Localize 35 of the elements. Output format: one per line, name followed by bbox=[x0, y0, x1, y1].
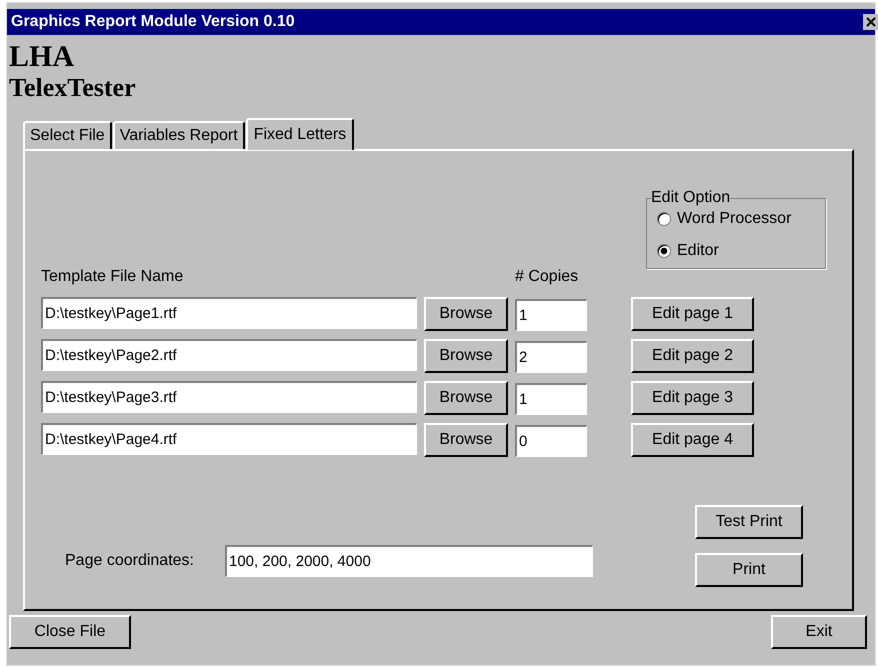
app-subtitle: TelexTester bbox=[9, 73, 136, 103]
file-path-field[interactable]: D:\testkey\Page1.rtf bbox=[41, 297, 417, 329]
radio-label[interactable]: Editor bbox=[677, 242, 719, 260]
copies-field[interactable]: 1 bbox=[515, 299, 587, 331]
file-path-field[interactable]: D:\testkey\Page2.rtf bbox=[41, 339, 417, 371]
print-button[interactable]: Print bbox=[695, 553, 803, 587]
file-path-field[interactable]: D:\testkey\Page4.rtf bbox=[41, 423, 417, 455]
radio-button[interactable] bbox=[657, 244, 671, 258]
radio-button[interactable] bbox=[657, 212, 671, 226]
tab[interactable]: Fixed Letters bbox=[246, 118, 354, 150]
tab[interactable]: Variables Report bbox=[112, 121, 245, 149]
browse-button[interactable]: Browse bbox=[424, 339, 508, 373]
column-label: Template File Name bbox=[41, 268, 184, 286]
edit-page-button[interactable]: Edit page 3 bbox=[631, 381, 754, 415]
coordinates-field[interactable]: 100, 200, 2000, 4000 bbox=[225, 545, 593, 577]
exit-button[interactable]: Exit bbox=[771, 615, 867, 649]
copies-field[interactable]: 1 bbox=[515, 383, 587, 415]
radio-label[interactable]: Word Processor bbox=[677, 210, 792, 228]
test-print-button[interactable]: Test Print bbox=[695, 505, 803, 539]
file-path-field[interactable]: D:\testkey\Page3.rtf bbox=[41, 381, 417, 413]
close-file-button[interactable]: Close File bbox=[9, 615, 131, 649]
browse-button[interactable]: Browse bbox=[424, 381, 508, 415]
coordinates-label: Page coordinates: bbox=[64, 552, 195, 570]
browse-button[interactable]: Browse bbox=[424, 423, 508, 457]
tab[interactable]: Select File bbox=[23, 121, 112, 149]
browse-button[interactable]: Browse bbox=[424, 297, 508, 331]
app-name: LHA bbox=[9, 41, 74, 73]
column-label: # Copies bbox=[515, 268, 578, 286]
copies-field[interactable]: 2 bbox=[515, 341, 587, 373]
edit-page-button[interactable]: Edit page 4 bbox=[631, 423, 754, 457]
edit-page-button[interactable]: Edit page 2 bbox=[631, 339, 754, 373]
edit-page-button[interactable]: Edit page 1 bbox=[631, 297, 754, 331]
copies-field[interactable]: 0 bbox=[515, 425, 587, 457]
group-title: Edit Option bbox=[651, 189, 730, 207]
window-title: Graphics Report Module Version 0.10 bbox=[11, 13, 295, 31]
